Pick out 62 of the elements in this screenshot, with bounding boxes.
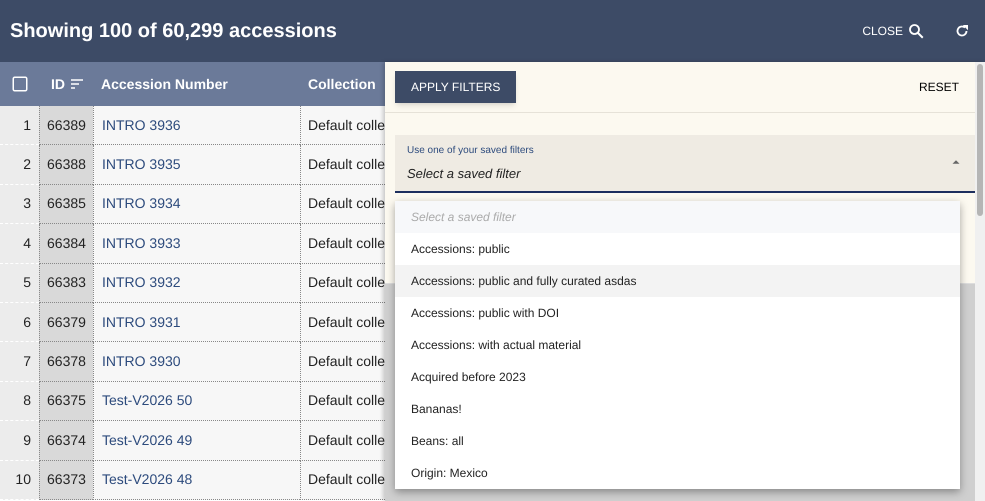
select-placeholder: Select a saved filter <box>407 165 522 183</box>
table-cell-text: Default colle <box>308 312 385 332</box>
menu-option[interactable]: Accessions: public <box>395 233 960 265</box>
column-header[interactable]: Collection <box>300 74 385 94</box>
row-number: 6 <box>0 302 39 342</box>
table-cell: 66388 <box>39 145 93 185</box>
menu-option[interactable]: Beans: all <box>395 425 960 457</box>
accession-link[interactable]: Test-V2026 48 <box>102 469 192 490</box>
checkbox[interactable] <box>10 75 28 93</box>
table-cell-text: Default colle <box>308 352 385 372</box>
menu-option[interactable]: Accessions: public and fully curated asdas <box>395 265 960 297</box>
saved-filter-select[interactable]: Use one of your saved filters Select a saved filter <box>395 135 975 193</box>
accession-link[interactable]: INTRO 3932 <box>102 272 181 294</box>
search-icon <box>907 22 925 40</box>
table-cell: 66389 <box>39 106 93 146</box>
table-cell-text: Default colle <box>308 155 385 174</box>
table-cell: 66385 <box>39 184 93 224</box>
column-header[interactable]: ID <box>51 74 65 94</box>
table-cell-text: Default colle <box>308 234 385 253</box>
table-cell-text: Default colle <box>308 391 385 410</box>
table-cell: 66379 <box>39 302 93 342</box>
row-number: 10 <box>0 460 39 500</box>
row-number: 2 <box>0 145 39 185</box>
accession-link[interactable]: INTRO 3930 <box>102 351 181 372</box>
table-cell-text: Default colle <box>308 194 385 214</box>
sort-icon <box>69 76 85 92</box>
apply-filters-button[interactable]: APPLY FILTERS <box>395 71 516 103</box>
table-cell: 66374 <box>39 421 93 461</box>
table-cell: 66373 <box>39 460 93 500</box>
column-header[interactable]: Accession Number <box>93 74 300 94</box>
accession-link[interactable]: INTRO 3936 <box>102 114 181 136</box>
menu-option[interactable]: Accessions: with actual material <box>395 329 960 361</box>
page-title: Showing 100 of 60,299 accessions <box>10 19 337 44</box>
table-cell: 66375 <box>39 382 93 422</box>
menu-option[interactable]: Origin: Mexico <box>395 457 960 489</box>
row-number: 1 <box>0 106 39 146</box>
table-cell: 66384 <box>39 224 93 264</box>
row-number: 4 <box>0 224 39 264</box>
table-cell-text: Default colle <box>308 430 385 450</box>
table-cell-text: Default colle <box>308 116 385 135</box>
accession-link[interactable]: INTRO 3935 <box>102 154 181 176</box>
table-cell: 66378 <box>39 342 93 382</box>
accession-link[interactable]: INTRO 3933 <box>102 232 181 254</box>
row-number: 7 <box>0 342 39 382</box>
row-number: 5 <box>0 264 39 303</box>
menu-option[interactable]: Bananas! <box>395 393 960 425</box>
row-number: 9 <box>0 421 39 461</box>
accession-link[interactable]: Test-V2026 49 <box>102 430 192 451</box>
scrollbar-thumb[interactable] <box>977 64 983 216</box>
row-number: 3 <box>0 184 39 224</box>
reset-button[interactable]: RESET <box>910 71 967 103</box>
table-cell: 66383 <box>39 264 93 303</box>
menu-option[interactable]: Accessions: public with DOI <box>395 297 960 329</box>
accession-link[interactable]: Test-V2026 50 <box>102 390 192 412</box>
table-cell-text: Default colle <box>308 273 385 292</box>
field-label: Use one of your saved filters <box>407 144 535 158</box>
close-search-button[interactable]: CLOSE <box>862 22 925 40</box>
accession-link[interactable]: INTRO 3934 <box>102 193 181 214</box>
row-number: 8 <box>0 382 39 422</box>
menu-option[interactable]: Acquired before 2023 <box>395 361 960 393</box>
accession-link[interactable]: INTRO 3931 <box>102 312 181 333</box>
table-cell-text: Default colle <box>308 470 385 490</box>
